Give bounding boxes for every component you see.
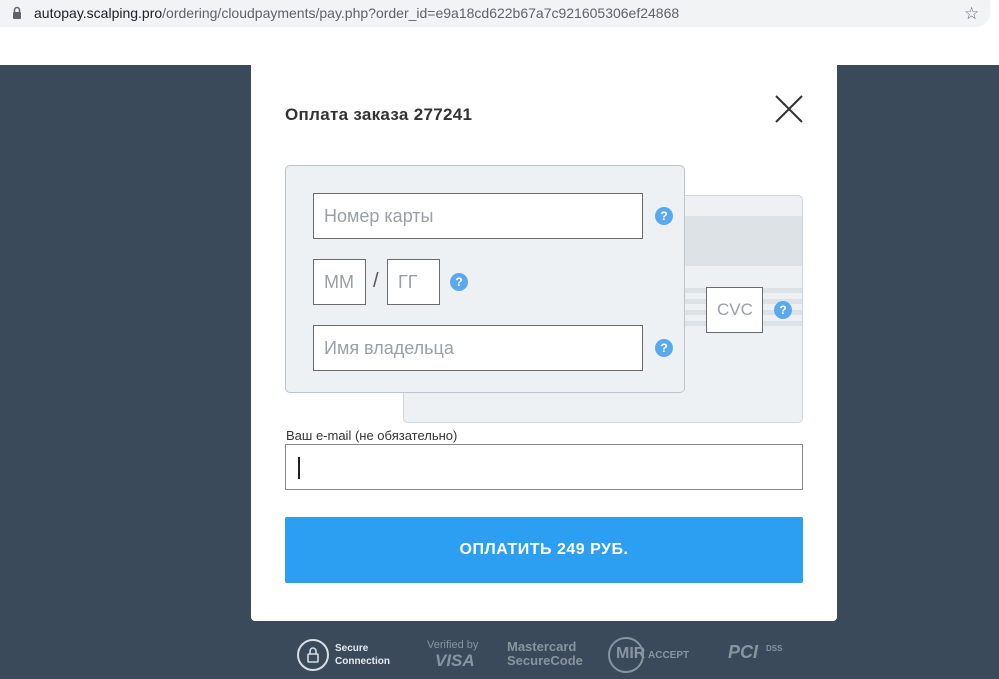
cvc-help-icon[interactable]: ? — [774, 301, 792, 319]
pci-logo: PCI — [728, 642, 759, 662]
card-number-help-icon[interactable]: ? — [655, 207, 673, 225]
text-caret — [298, 457, 300, 479]
verified-by-text: Verified by — [427, 639, 479, 651]
card-number-input[interactable]: Номер карты — [313, 193, 643, 239]
bookmark-star-icon[interactable]: ☆ — [964, 4, 979, 24]
card-front: Номер карты ? ММ / ГГ ? Имя владельца ? — [285, 165, 685, 393]
visa-logo: VISA — [435, 651, 475, 670]
month-input[interactable]: ММ — [313, 259, 366, 305]
security-logos: Secure Connection Verified by VISA Maste… — [0, 636, 999, 676]
address-bar[interactable]: autopay.scalping.pro/ordering/cloudpayme… — [0, 0, 990, 27]
cvc-input[interactable]: CVC — [706, 287, 763, 333]
expiry-help-icon[interactable]: ? — [450, 273, 468, 291]
holder-help-icon[interactable]: ? — [655, 339, 673, 357]
secure-lock-icon — [297, 639, 329, 671]
url-text: autopay.scalping.pro/ordering/cloudpayme… — [34, 5, 680, 21]
card-holder-input[interactable]: Имя владельца — [313, 325, 643, 371]
secure-connection-logo: Secure Connection — [335, 643, 390, 667]
dss-logo: DSS — [766, 644, 783, 653]
date-separator: / — [373, 270, 379, 292]
pay-button[interactable]: ОПЛАТИТЬ 249 РУБ. — [285, 517, 803, 583]
year-input[interactable]: ГГ — [387, 259, 440, 305]
email-input[interactable] — [285, 444, 803, 490]
page-title: Оплата заказа 277241 — [285, 105, 473, 124]
payment-modal: Оплата заказа 277241 CVC ? Номер карты ?… — [251, 65, 837, 621]
lock-icon — [13, 6, 21, 19]
browser-bar: autopay.scalping.pro/ordering/cloudpayme… — [0, 0, 999, 65]
email-label: Ваш e-mail (не обязательно) — [286, 428, 458, 443]
mastercard-securecode-logo: Mastercard SecureCode — [507, 639, 583, 668]
close-icon[interactable] — [774, 94, 804, 124]
mir-accept-logo: MIR ACCEPT — [608, 637, 689, 673]
